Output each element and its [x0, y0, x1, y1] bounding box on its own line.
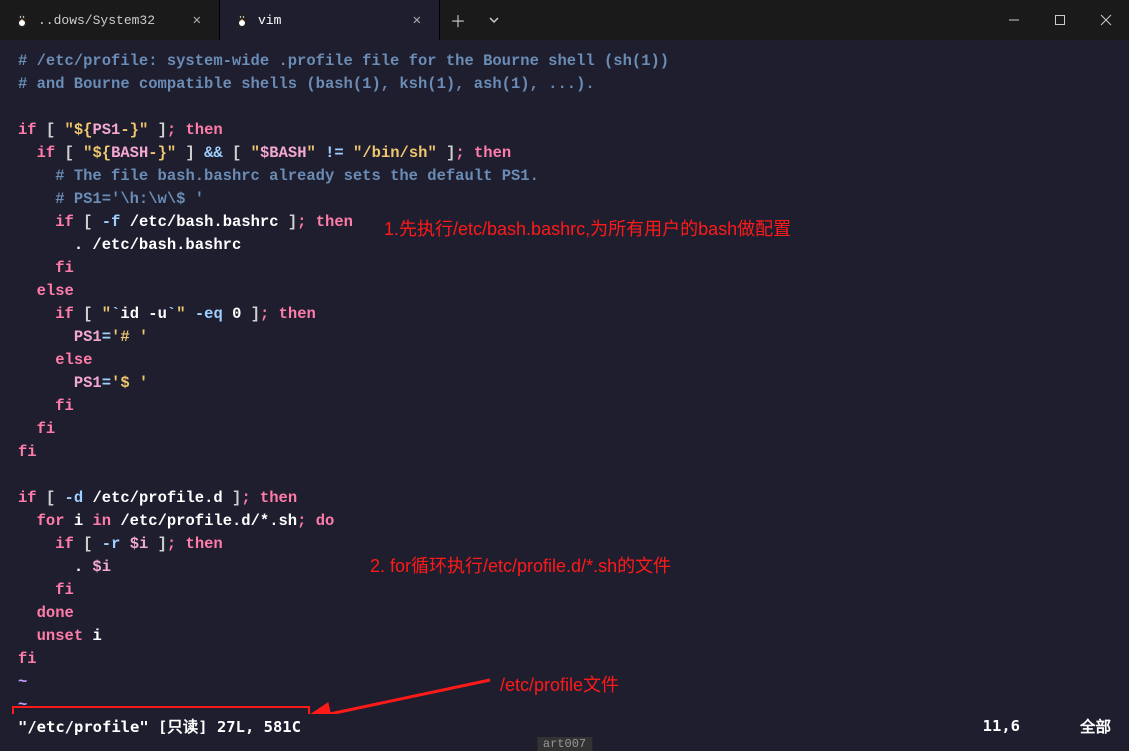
code-line: for i in /etc/profile.d/*.sh; do: [18, 510, 1129, 533]
code-line: PS1='$ ': [18, 372, 1129, 395]
code-line: fi: [18, 418, 1129, 441]
penguin-icon: [14, 12, 30, 28]
tab-label: vim: [258, 13, 281, 28]
tabs-container: ..dows/System32 ✕ vim ✕ ＋: [0, 0, 991, 40]
new-tab-button[interactable]: ＋: [440, 0, 476, 40]
tab-dropdown-button[interactable]: [476, 0, 512, 40]
status-scroll-percent: 全部: [1080, 715, 1111, 737]
minimize-button[interactable]: [991, 0, 1037, 40]
code-line: if [ "${PS1-}" ]; then: [18, 119, 1129, 142]
code-line: if [ "`id -u`" -eq 0 ]; then: [18, 303, 1129, 326]
vim-statusbar: "/etc/profile" [只读] 27L, 581C 11,6 全部: [0, 714, 1129, 738]
close-button[interactable]: [1083, 0, 1129, 40]
watermark-fragment: art007: [537, 737, 592, 751]
code-line: # The file bash.bashrc already sets the …: [18, 165, 1129, 188]
code-line: fi: [18, 579, 1129, 602]
annotation-1: 1.先执行/etc/bash.bashrc,为所有用户的bash做配置: [384, 215, 791, 241]
tab-system32[interactable]: ..dows/System32 ✕: [0, 0, 220, 40]
close-icon[interactable]: ✕: [409, 10, 425, 31]
maximize-button[interactable]: [1037, 0, 1083, 40]
status-cursor-position: 11,6: [983, 717, 1020, 735]
penguin-icon: [234, 12, 250, 28]
code-line: fi: [18, 441, 1129, 464]
code-line: # /etc/profile: system-wide .profile fil…: [18, 50, 1129, 73]
window-controls: [991, 0, 1129, 40]
annotation-2: 2. for循环执行/etc/profile.d/*.sh的文件: [370, 552, 671, 578]
tab-label: ..dows/System32: [38, 13, 155, 28]
code-line: # PS1='\h:\w\$ ': [18, 188, 1129, 211]
code-line: [18, 96, 1129, 119]
annotation-3: /etc/profile文件: [500, 671, 619, 697]
code-line: [18, 464, 1129, 487]
code-line: if [ -d /etc/profile.d ]; then: [18, 487, 1129, 510]
vim-editor-area[interactable]: # /etc/profile: system-wide .profile fil…: [0, 40, 1129, 717]
status-file-info: "/etc/profile" [只读] 27L, 581C: [18, 715, 301, 737]
code-line: # and Bourne compatible shells (bash(1),…: [18, 73, 1129, 96]
code-line: if [ "${BASH-}" ] && [ "$BASH" != "/bin/…: [18, 142, 1129, 165]
code-line: else: [18, 280, 1129, 303]
code-line: done: [18, 602, 1129, 625]
code-line: fi: [18, 648, 1129, 671]
code-line: fi: [18, 257, 1129, 280]
code-line: unset i: [18, 625, 1129, 648]
code-line: fi: [18, 395, 1129, 418]
code-line: PS1='# ': [18, 326, 1129, 349]
tab-vim[interactable]: vim ✕: [220, 0, 440, 40]
code-line: else: [18, 349, 1129, 372]
titlebar: ..dows/System32 ✕ vim ✕ ＋: [0, 0, 1129, 40]
close-icon[interactable]: ✕: [189, 10, 205, 31]
